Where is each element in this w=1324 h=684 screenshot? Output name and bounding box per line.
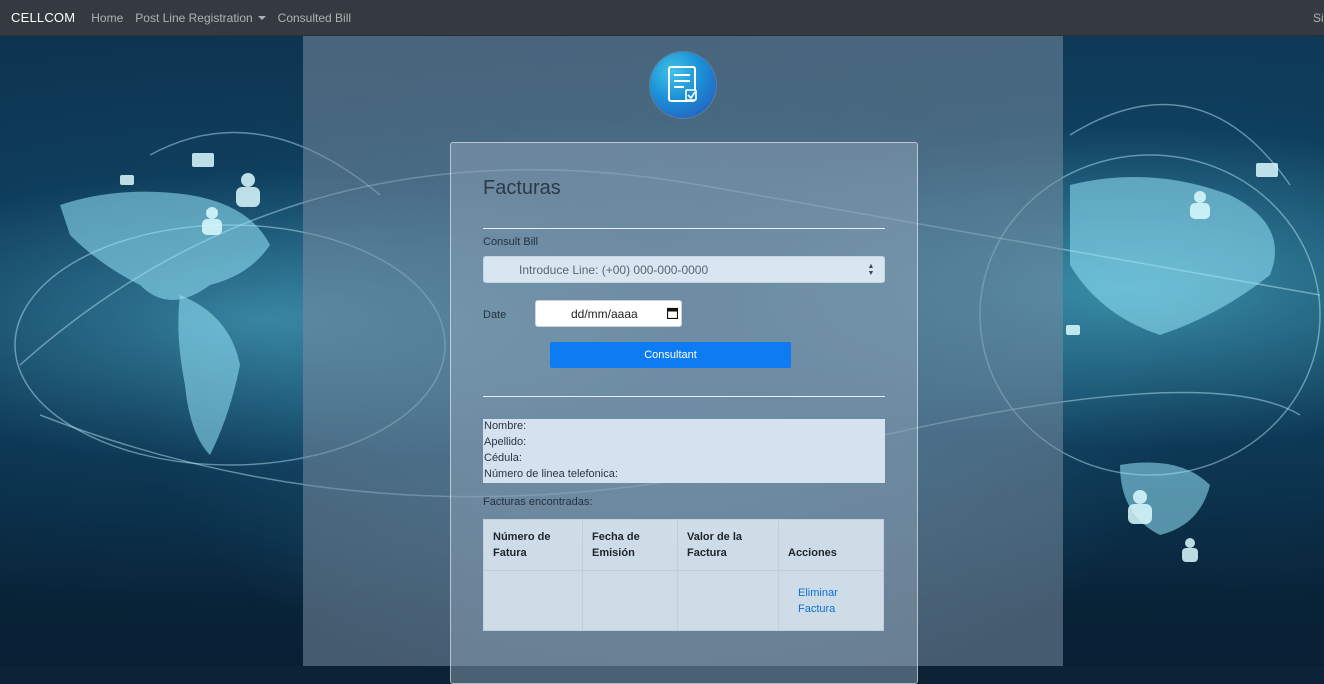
cedula-label: Cédula: <box>484 452 522 464</box>
nav-post-line-registration[interactable]: Post Line Registration <box>135 10 266 25</box>
table-header-row: Número de Fatura Fecha de Emisión Valor … <box>483 519 884 571</box>
date-value: dd/mm/aaaa <box>571 306 638 321</box>
nav-post-line-registration-label: Post Line Registration <box>135 10 253 25</box>
table-row: Eliminar Factura <box>483 570 884 631</box>
invoice-value-cell <box>677 570 779 631</box>
linea-label: Número de linea telefonica: <box>484 468 618 480</box>
nav-sign-in[interactable]: Sig <box>1313 11 1324 25</box>
nombre-label: Nombre: <box>484 420 527 432</box>
column-header: Fecha de Emisión <box>582 519 678 571</box>
nav-consulted-bill[interactable]: Consulted Bill <box>278 11 351 25</box>
bill-consult-card: Facturas Consult Bill ▲▼ Date dd/mm/aaaa… <box>450 142 918 684</box>
page-title: Facturas <box>483 177 561 199</box>
divider <box>483 396 885 397</box>
results-caption: Facturas encontradas: <box>483 496 593 508</box>
customer-info-box: Nombre: Apellido: Cédula: Número de line… <box>483 419 885 483</box>
date-input[interactable]: dd/mm/aaaa <box>535 300 682 327</box>
column-header: Número de Fatura <box>483 519 583 571</box>
invoice-number-cell <box>483 570 583 631</box>
issue-date-cell <box>582 570 678 631</box>
date-label: Date <box>483 309 507 321</box>
actions-cell: Eliminar Factura <box>778 570 884 631</box>
apellido-label: Apellido: <box>484 436 527 448</box>
consult-bill-label: Consult Bill <box>483 236 539 248</box>
nav-home[interactable]: Home <box>91 11 123 25</box>
top-navbar: CELLCOM Home Post Line Registration Cons… <box>0 0 1324 36</box>
calendar-icon[interactable] <box>667 307 678 319</box>
column-header: Valor de la Factura <box>677 519 779 571</box>
line-number-input[interactable] <box>483 256 885 283</box>
consult-button[interactable]: Consultant <box>550 342 791 368</box>
divider <box>483 228 885 229</box>
column-header: Acciones <box>778 519 884 571</box>
delete-invoice-link[interactable]: Eliminar Factura <box>788 585 874 617</box>
number-spinner-icon[interactable]: ▲ ▼ <box>867 263 875 277</box>
chevron-down-icon <box>257 16 266 21</box>
document-check-icon <box>650 52 716 118</box>
brand-logo[interactable]: CELLCOM <box>11 10 75 25</box>
invoices-table: Número de Fatura Fecha de Emisión Valor … <box>483 519 884 631</box>
